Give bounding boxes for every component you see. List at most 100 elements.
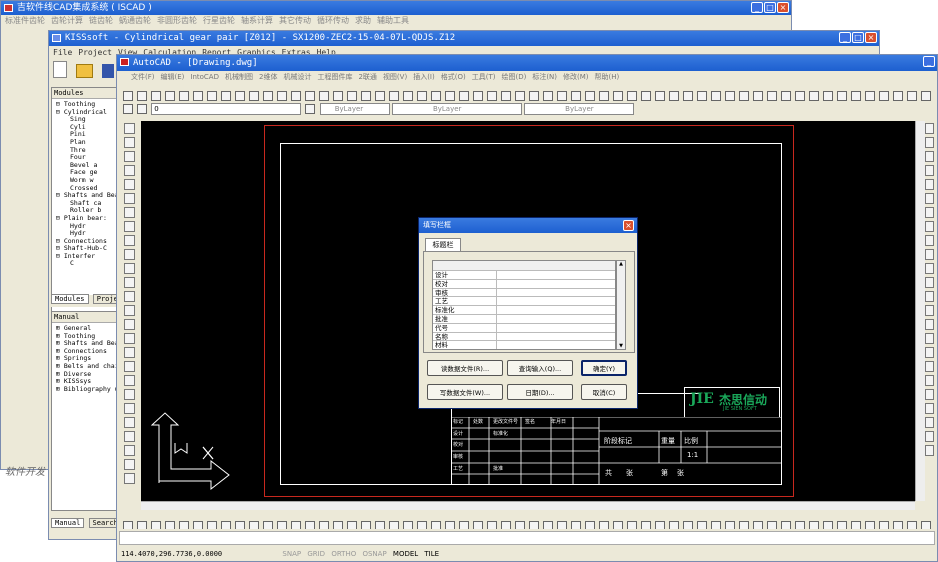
modify-tool-icon[interactable]: [924, 445, 934, 456]
cad-menu-8[interactable]: 视图(V): [383, 73, 407, 81]
dialog-close-icon[interactable]: ×: [623, 220, 634, 231]
bottom-tool-icon[interactable]: [613, 520, 623, 529]
color-dropdown[interactable]: ByLayer: [319, 103, 390, 115]
bottom-tool-icon[interactable]: [347, 520, 357, 529]
bottom-tool-icon[interactable]: [739, 520, 749, 529]
bottom-tool-icon[interactable]: [809, 520, 819, 529]
iscad-menu-8[interactable]: 循环传动: [317, 16, 349, 25]
bottom-tool-icon[interactable]: [277, 520, 287, 529]
draw-tool-icon[interactable]: [123, 277, 135, 288]
toolbar-tool-icon[interactable]: [193, 90, 203, 101]
autocad-titlebar[interactable]: AutoCAD - [Drawing.dwg] _: [117, 55, 937, 71]
bottom-tool-icon[interactable]: [879, 520, 889, 529]
status-snap[interactable]: SNAP: [282, 550, 301, 558]
grid-row-value[interactable]: [497, 306, 615, 314]
modify-tool-icon[interactable]: [924, 263, 934, 274]
bottom-tool-icon[interactable]: [627, 520, 637, 529]
bottom-tool-icon[interactable]: [515, 520, 525, 529]
toolbar-tool-icon[interactable]: [137, 90, 147, 101]
bottom-tool-icon[interactable]: [123, 520, 133, 529]
bottom-tool-icon[interactable]: [641, 520, 651, 529]
modify-tool-icon[interactable]: [924, 431, 934, 442]
maximize-icon[interactable]: □: [852, 32, 864, 43]
open-folder-icon[interactable]: [76, 64, 94, 78]
tab-manual[interactable]: Manual: [51, 518, 85, 528]
toolbar-tool-icon[interactable]: [417, 90, 427, 101]
toolbar-tool-icon[interactable]: [445, 90, 455, 101]
bottom-tool-icon[interactable]: [137, 520, 147, 529]
write-data-file-button[interactable]: 写数据文件(W)...: [427, 384, 503, 400]
toolbar-tool-icon[interactable]: [697, 90, 707, 101]
grid-scrollbar[interactable]: ▲ ▼: [616, 260, 626, 350]
bottom-tool-icon[interactable]: [501, 520, 511, 529]
draw-tool-icon[interactable]: [123, 193, 135, 204]
make-current-icon[interactable]: [305, 104, 316, 114]
bottom-tool-icon[interactable]: [193, 520, 203, 529]
toolbar-tool-icon[interactable]: [669, 90, 679, 101]
iscad-menu-3[interactable]: 蜗通齿轮: [119, 16, 151, 25]
toolbar-tool-icon[interactable]: [515, 90, 525, 101]
bottom-tool-icon[interactable]: [823, 520, 833, 529]
grid-row-value[interactable]: [497, 341, 615, 349]
grid-row[interactable]: 标准化: [433, 306, 615, 315]
modify-tool-icon[interactable]: [924, 403, 934, 414]
modify-tool-icon[interactable]: [924, 389, 934, 400]
grid-row[interactable]: 审核: [433, 288, 615, 298]
bottom-tool-icon[interactable]: [445, 520, 455, 529]
toolbar-tool-icon[interactable]: [809, 90, 819, 101]
bottom-tool-icon[interactable]: [305, 520, 315, 529]
modify-tool-icon[interactable]: [924, 333, 934, 344]
toolbar-tool-icon[interactable]: [347, 90, 357, 101]
bottom-tool-icon[interactable]: [529, 520, 539, 529]
toolbar-tool-icon[interactable]: [571, 90, 581, 101]
draw-tool-icon[interactable]: [123, 249, 135, 260]
draw-tool-icon[interactable]: [123, 417, 135, 428]
toolbar-tool-icon[interactable]: [235, 90, 245, 101]
close-icon[interactable]: ×: [865, 32, 877, 43]
modify-tool-icon[interactable]: [924, 347, 934, 358]
toolbar-tool-icon[interactable]: [333, 90, 343, 101]
bottom-tool-icon[interactable]: [851, 520, 861, 529]
bottom-tool-icon[interactable]: [725, 520, 735, 529]
toolbar-tool-icon[interactable]: [529, 90, 539, 101]
draw-tool-icon[interactable]: [123, 179, 135, 190]
bottom-tool-icon[interactable]: [319, 520, 329, 529]
grid-row-value[interactable]: [497, 333, 615, 341]
toolbar-tool-icon[interactable]: [823, 90, 833, 101]
bottom-tool-icon[interactable]: [459, 520, 469, 529]
toolbar-tool-icon[interactable]: [725, 90, 735, 101]
draw-tool-icon[interactable]: [123, 137, 135, 148]
layer-state-icon[interactable]: [137, 104, 147, 114]
draw-tool-icon[interactable]: [123, 305, 135, 316]
status-osnap[interactable]: OSNAP: [362, 550, 386, 558]
toolbar-tool-icon[interactable]: [627, 90, 637, 101]
status-model[interactable]: MODEL: [393, 550, 418, 558]
bottom-tool-icon[interactable]: [543, 520, 553, 529]
toolbar-tool-icon[interactable]: [767, 90, 777, 101]
toolbar-tool-icon[interactable]: [375, 90, 385, 101]
toolbar-tool-icon[interactable]: [501, 90, 511, 101]
new-file-icon[interactable]: [53, 61, 67, 78]
toolbar-tool-icon[interactable]: [123, 90, 133, 101]
grid-row-value[interactable]: [497, 324, 615, 332]
draw-tool-icon[interactable]: [123, 123, 135, 134]
toolbar-tool-icon[interactable]: [389, 90, 399, 101]
toolbar-tool-icon[interactable]: [739, 90, 749, 101]
bottom-tool-icon[interactable]: [921, 520, 931, 529]
bottom-tool-icon[interactable]: [487, 520, 497, 529]
toolbar-tool-icon[interactable]: [795, 90, 805, 101]
cad-menu-1[interactable]: 编辑(E): [161, 73, 185, 81]
draw-tool-icon[interactable]: [123, 235, 135, 246]
grid-row-value[interactable]: [497, 297, 615, 305]
modify-tool-icon[interactable]: [924, 207, 934, 218]
toolbar-tool-icon[interactable]: [865, 90, 875, 101]
toolbar-tool-icon[interactable]: [599, 90, 609, 101]
bottom-tool-icon[interactable]: [151, 520, 161, 529]
toolbar-tool-icon[interactable]: [277, 90, 287, 101]
draw-tool-icon[interactable]: [123, 207, 135, 218]
toolbar-tool-icon[interactable]: [291, 90, 301, 101]
grid-row[interactable]: 材料: [433, 341, 615, 349]
date-button[interactable]: 日期(D)...: [507, 384, 573, 400]
kiss-menu-project[interactable]: Project: [78, 48, 112, 57]
grid-row-value[interactable]: [497, 289, 615, 297]
